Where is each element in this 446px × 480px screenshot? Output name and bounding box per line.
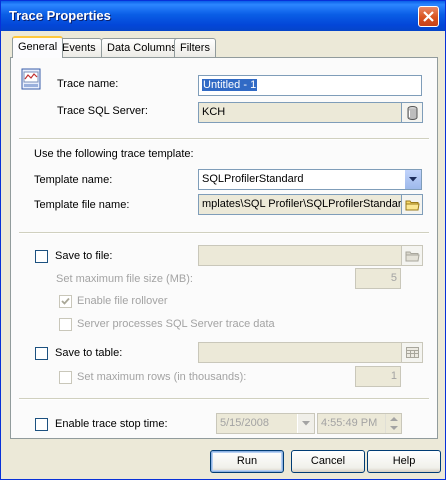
- max-rows-checkbox[interactable]: [59, 371, 72, 384]
- tab-general[interactable]: General: [12, 36, 64, 58]
- template-file-label: Template file name:: [34, 199, 130, 211]
- stop-date-dropdown-button[interactable]: [297, 414, 314, 433]
- server-processes-label: Server processes SQL Server trace data: [77, 318, 275, 330]
- stop-time-picker[interactable]: 4:55:49 PM: [317, 413, 402, 434]
- separator-3: [19, 398, 429, 400]
- stop-time-checkbox[interactable]: [35, 418, 48, 431]
- trace-server-label: Trace SQL Server:: [57, 105, 148, 117]
- max-rows-input[interactable]: 1: [355, 366, 401, 387]
- trace-name-label: Trace name:: [57, 78, 119, 90]
- save-to-file-checkbox[interactable]: [35, 250, 48, 263]
- help-button[interactable]: Help: [367, 450, 441, 473]
- template-file-browse-button[interactable]: [401, 194, 423, 215]
- folder-icon: [405, 200, 420, 211]
- file-rollover-checkbox[interactable]: [59, 295, 72, 308]
- save-to-table-label: Save to table:: [55, 347, 123, 359]
- template-name-select[interactable]: SQLProfilerStandard: [198, 169, 422, 190]
- chevron-down-icon: [302, 421, 310, 426]
- stop-time-spinner[interactable]: [385, 414, 401, 433]
- spinner-arrows-icon: [390, 417, 398, 430]
- template-file-field: mplates\SQL Profiler\SQLProfilerStandard…: [198, 194, 402, 215]
- server-select-button[interactable]: [401, 102, 423, 123]
- max-rows-value: 1: [390, 370, 397, 382]
- close-icon: [423, 11, 434, 22]
- stop-time-label: Enable trace stop time:: [55, 418, 168, 430]
- template-heading: Use the following trace template:: [34, 148, 194, 160]
- trace-properties-icon: [21, 68, 41, 90]
- max-file-size-input[interactable]: 5: [355, 268, 401, 289]
- window-title: Trace Properties: [9, 8, 111, 23]
- trace-name-value: Untitled - 1: [202, 79, 258, 91]
- server-cylinder-icon: [407, 106, 418, 120]
- table-icon: [406, 347, 419, 358]
- tab-filters[interactable]: Filters: [174, 38, 216, 57]
- server-processes-checkbox[interactable]: [59, 318, 72, 331]
- separator-1: [19, 138, 429, 140]
- save-to-table-checkbox[interactable]: [35, 347, 48, 360]
- trace-server-value: KCH: [202, 106, 226, 118]
- template-file-value: mplates\SQL Profiler\SQLProfilerStandard…: [202, 198, 402, 210]
- checkmark-icon: [61, 297, 70, 305]
- stop-time-value: 4:55:49 PM: [321, 417, 378, 429]
- trace-properties-dialog: Trace Properties General Events Data Col…: [0, 0, 446, 480]
- template-name-value: SQLProfilerStandard: [202, 173, 304, 185]
- save-file-browse-button[interactable]: [401, 245, 423, 266]
- stop-date-picker[interactable]: 5/15/2008: [216, 413, 315, 434]
- folder-icon: [405, 251, 420, 262]
- file-rollover-label: Enable file rollover: [77, 295, 168, 307]
- tab-data-columns[interactable]: Data Columns: [101, 38, 183, 57]
- run-button[interactable]: Run: [210, 450, 284, 473]
- close-button[interactable]: [418, 6, 439, 27]
- save-table-browse-button[interactable]: [401, 342, 423, 363]
- max-rows-label: Set maximum rows (in thousands):: [77, 371, 247, 383]
- stop-date-value: 5/15/2008: [220, 417, 269, 429]
- title-bar[interactable]: Trace Properties: [1, 1, 445, 31]
- template-name-label: Template name:: [34, 174, 113, 186]
- max-file-size-label: Set maximum file size (MB):: [56, 273, 193, 285]
- trace-server-field: KCH: [198, 102, 402, 123]
- max-file-size-value: 5: [390, 272, 397, 284]
- trace-name-input[interactable]: Untitled - 1: [198, 75, 422, 96]
- separator-2: [19, 232, 429, 234]
- cancel-button[interactable]: Cancel: [291, 450, 365, 473]
- chevron-down-icon: [409, 177, 417, 182]
- template-dropdown-button[interactable]: [404, 170, 421, 189]
- save-table-field: [198, 342, 402, 363]
- general-tab-panel: Trace name: Untitled - 1 Trace SQL Serve…: [10, 57, 438, 439]
- save-to-file-label: Save to file:: [55, 250, 113, 262]
- save-file-path-field: [198, 245, 402, 266]
